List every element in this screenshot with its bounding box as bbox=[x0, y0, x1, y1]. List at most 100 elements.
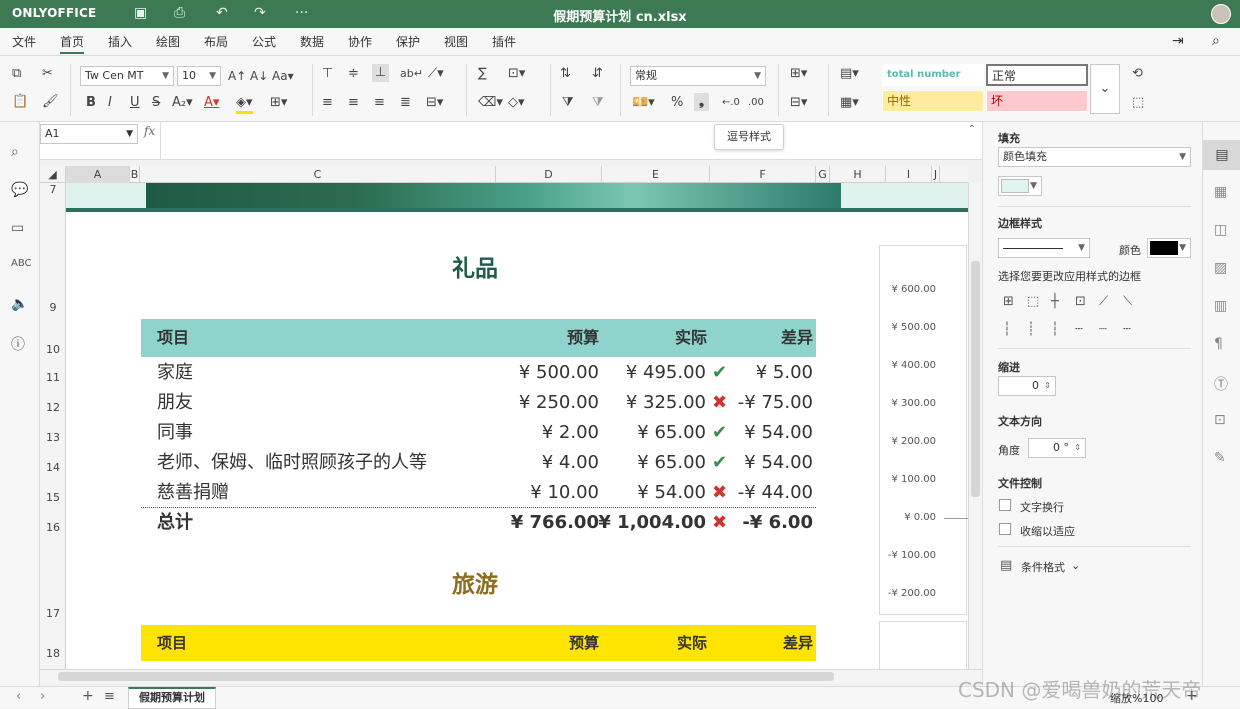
chat-icon[interactable]: ▭ bbox=[11, 220, 24, 236]
increase-font-icon[interactable]: A↑ bbox=[228, 68, 246, 84]
signature-icon[interactable]: ✎ bbox=[1214, 450, 1226, 466]
fill-type-select[interactable]: 颜色填充 ▼ bbox=[998, 147, 1191, 167]
clear-icon[interactable]: ⌫▾ bbox=[478, 95, 503, 111]
shape-settings-icon[interactable]: ◫ bbox=[1214, 222, 1227, 238]
row-header[interactable]: 13 bbox=[40, 431, 66, 444]
style-bad[interactable]: 坏 bbox=[986, 90, 1088, 112]
table-settings-icon[interactable]: ▦ bbox=[1214, 184, 1227, 200]
bold-icon[interactable]: B bbox=[86, 95, 96, 111]
cell-settings-icon[interactable]: ▤ bbox=[1203, 140, 1240, 170]
cut-icon[interactable]: ✂ bbox=[42, 66, 53, 82]
style-neutral[interactable]: 中性 bbox=[882, 90, 984, 112]
border-option-icon[interactable]: ⬚ bbox=[1027, 294, 1039, 309]
menu-collaborate[interactable]: 协作 bbox=[348, 33, 372, 50]
column-header[interactable]: A bbox=[66, 166, 130, 183]
sheet-list-icon[interactable]: ≡ bbox=[104, 689, 115, 704]
sort-descending-icon[interactable]: ⇵ bbox=[592, 66, 603, 82]
paragraph-settings-icon[interactable]: ¶ bbox=[1214, 336, 1223, 352]
percent-style-icon[interactable]: % bbox=[671, 95, 683, 111]
insert-function-icon[interactable]: ⊡▾ bbox=[508, 66, 525, 82]
menu-draw[interactable]: 绘图 bbox=[156, 33, 180, 50]
spellcheck-icon[interactable]: ABC bbox=[11, 258, 32, 269]
indent-input[interactable]: 0 ⇕ bbox=[998, 376, 1056, 396]
border-option-icon[interactable]: ⟋ bbox=[1099, 294, 1108, 309]
select-all-icon[interactable]: ⬚ bbox=[1132, 95, 1144, 111]
decrease-decimal-icon[interactable]: ←.0 bbox=[722, 95, 740, 111]
fill-color-icon[interactable]: ◈▾ bbox=[236, 95, 253, 114]
comma-style-icon[interactable]: ❟ bbox=[694, 93, 710, 111]
justify-icon[interactable]: ≣ bbox=[400, 95, 411, 111]
search-icon[interactable]: ⌕ bbox=[1212, 33, 1220, 49]
border-option-icon[interactable]: ⊞ bbox=[1003, 294, 1014, 309]
align-right-icon[interactable]: ≡ bbox=[374, 95, 385, 111]
row-header[interactable]: 16 bbox=[40, 521, 66, 534]
shrink-to-fit-checkbox[interactable] bbox=[999, 523, 1011, 535]
align-bottom-icon[interactable]: ⊥ bbox=[372, 64, 390, 82]
styles-expand-icon[interactable]: ⌄ bbox=[1090, 64, 1120, 114]
number-format-select[interactable]: 常规 ▼ bbox=[630, 66, 766, 86]
autosum-icon[interactable]: ∑ bbox=[478, 66, 487, 82]
avatar[interactable] bbox=[1211, 4, 1231, 24]
change-case-icon[interactable]: Aa▾ bbox=[272, 68, 294, 84]
orientation-icon[interactable]: ⟋▾ bbox=[428, 66, 444, 82]
style-normal[interactable]: 正常 bbox=[986, 64, 1088, 86]
chart-settings-icon[interactable]: ▥ bbox=[1214, 298, 1227, 314]
eraser-icon[interactable]: ◇▾ bbox=[508, 95, 525, 111]
font-size-select[interactable]: 10 ▼ bbox=[177, 66, 221, 86]
sort-ascending-icon[interactable]: ⇅ bbox=[560, 66, 571, 82]
search-icon[interactable]: ⌕ bbox=[11, 144, 19, 160]
align-center-icon[interactable]: ≡ bbox=[348, 95, 359, 111]
sheet-tab[interactable]: 假期预算计划 bbox=[128, 687, 216, 709]
column-header[interactable]: D bbox=[496, 166, 602, 183]
border-color-picker[interactable]: ▼ bbox=[1147, 238, 1191, 258]
feedback-icon[interactable]: 🔈 bbox=[11, 296, 28, 312]
border-option-icon[interactable]: ⊡ bbox=[1075, 294, 1086, 309]
clear-filter-icon[interactable]: ⧩ bbox=[592, 95, 604, 111]
open-location-icon[interactable]: ⇥ bbox=[1172, 33, 1184, 49]
menu-data[interactable]: 数据 bbox=[300, 33, 324, 50]
conditional-format-icon[interactable]: ▤▾ bbox=[840, 66, 859, 82]
column-header[interactable]: H bbox=[830, 166, 886, 183]
wrap-text-icon[interactable]: ab↵ bbox=[400, 66, 423, 82]
horizontal-scrollbar[interactable] bbox=[40, 669, 982, 683]
row-header[interactable]: 14 bbox=[40, 461, 66, 474]
cell-reference-input[interactable]: A1 ▼ bbox=[40, 124, 138, 144]
decrease-font-icon[interactable]: A↓ bbox=[250, 68, 268, 84]
column-header[interactable]: I bbox=[886, 166, 932, 183]
delete-cells-icon[interactable]: ⊟▾ bbox=[790, 95, 807, 111]
font-color-icon[interactable]: A▾ bbox=[204, 95, 219, 111]
menu-formula[interactable]: 公式 bbox=[252, 33, 276, 50]
wrap-text-checkbox[interactable] bbox=[999, 499, 1011, 511]
column-header[interactable]: C bbox=[140, 166, 496, 183]
chevron-down-icon[interactable]: ⌄ bbox=[1071, 559, 1080, 572]
pivot-table-icon[interactable]: ⊡ bbox=[1214, 412, 1226, 428]
menu-file[interactable]: 文件 bbox=[12, 33, 36, 50]
sheet-grid[interactable]: 礼品 项目 预算 实际 差异 家庭 ¥ 500.00 ¥ 495.00 ✔ ¥ 5.00… bbox=[66, 183, 968, 669]
align-middle-icon[interactable]: ≑ bbox=[348, 66, 359, 82]
border-option-icon[interactable]: ┄ bbox=[1075, 322, 1083, 337]
insert-cells-icon[interactable]: ⊞▾ bbox=[790, 66, 807, 82]
accounting-format-icon[interactable]: 💴▾ bbox=[632, 95, 655, 111]
menu-view[interactable]: 视图 bbox=[444, 33, 468, 50]
menu-home[interactable]: 首页 bbox=[60, 33, 85, 54]
image-settings-icon[interactable]: ▨ bbox=[1214, 260, 1227, 276]
about-icon[interactable]: ⓘ bbox=[11, 334, 25, 354]
fill-color-picker[interactable]: ▼ bbox=[998, 176, 1042, 196]
row-header[interactable]: 18 bbox=[40, 647, 66, 660]
vertical-scrollbar[interactable] bbox=[968, 183, 982, 669]
border-style-select[interactable]: ▼ bbox=[998, 238, 1090, 258]
add-sheet-icon[interactable]: + bbox=[82, 688, 94, 704]
menu-protect[interactable]: 保护 bbox=[396, 33, 420, 50]
prev-sheet-icon[interactable]: ‹ bbox=[16, 689, 21, 704]
align-top-icon[interactable]: ⊤ bbox=[322, 66, 333, 82]
column-header[interactable]: E bbox=[602, 166, 710, 183]
border-option-icon[interactable]: ┊ bbox=[1027, 322, 1035, 337]
menu-layout[interactable]: 布局 bbox=[204, 33, 228, 50]
italic-icon[interactable]: I bbox=[108, 95, 112, 111]
increase-decimal-icon[interactable]: .00 bbox=[748, 95, 764, 111]
next-sheet-icon[interactable]: › bbox=[40, 689, 45, 704]
replace-icon[interactable]: ⟲ bbox=[1132, 66, 1143, 82]
row-header[interactable]: 7 bbox=[40, 183, 66, 196]
row-header[interactable]: 17 bbox=[40, 607, 66, 620]
column-header[interactable]: B bbox=[130, 166, 140, 183]
